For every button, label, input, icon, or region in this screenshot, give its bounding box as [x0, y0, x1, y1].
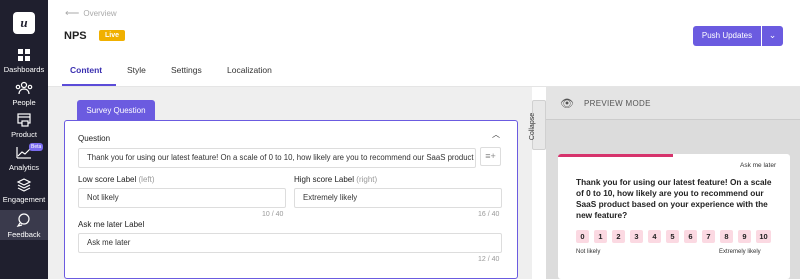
sidebar-item-product[interactable]: Product [0, 113, 48, 143]
chevron-up-icon[interactable]: ︿ [492, 129, 500, 140]
beta-badge: Beta [29, 143, 44, 151]
score-button[interactable]: 9 [738, 230, 751, 243]
tab-bar: Content Style Settings Localization [48, 56, 800, 87]
ask-later-label: Ask me later Label [78, 220, 145, 229]
preview-ask-later-link[interactable]: Ask me later [740, 162, 776, 169]
eye-icon: 👁 [560, 98, 574, 110]
survey-question-tab[interactable]: Survey Question [77, 100, 155, 121]
high-score-hint: (right) [356, 175, 378, 184]
preview-high-label: Extremely likely [719, 249, 761, 255]
tab-content[interactable]: Content [70, 65, 102, 75]
collapse-button[interactable]: Collapse [529, 100, 546, 150]
sidebar-item-dashboards[interactable]: Dashboards [0, 48, 48, 78]
preview-question-line: new feature? [576, 210, 628, 220]
preview-panel: 👁 PREVIEW MODE Ask me later Thank you fo… [546, 87, 800, 279]
chevron-down-icon: ⌄ [768, 30, 777, 40]
push-options-dropdown[interactable]: ⌄ [762, 26, 783, 46]
layers-icon [16, 178, 32, 192]
sidebar-item-analytics[interactable]: Beta Analytics [0, 143, 48, 176]
add-variable-icon[interactable]: ≡+ [480, 147, 501, 166]
sidebar-item-feedback[interactable]: Feedback [0, 210, 48, 240]
score-button[interactable]: 0 [576, 230, 589, 243]
preview-question-line: Thank you for using our latest feature! … [576, 177, 772, 187]
score-button[interactable]: 5 [666, 230, 679, 243]
low-score-label: Low score Label (left) [78, 175, 155, 184]
score-scale: 0 1 2 3 4 5 6 7 8 9 10 [576, 230, 776, 243]
breadcrumb-label: Overview [83, 9, 117, 18]
score-button[interactable]: 2 [612, 230, 625, 243]
active-tab-indicator [62, 84, 116, 86]
score-button[interactable]: 4 [648, 230, 661, 243]
score-button[interactable]: 7 [702, 230, 715, 243]
preview-question-line: of 0 to 10, how likely are you to recomm… [576, 188, 764, 198]
low-score-char-count: 10 / 40 [262, 211, 284, 218]
app-logo[interactable]: u [13, 12, 35, 34]
low-score-input[interactable]: Not likely [78, 188, 286, 208]
low-score-hint: (left) [138, 175, 155, 184]
preview-question-line: SaaS product based on your experience wi… [576, 199, 768, 209]
main-area: ⟵ Overview NPS Live Push Updates ⌄ Conten… [48, 0, 800, 279]
collapse-label: Collapse [529, 112, 537, 141]
high-score-char-count: 16 / 40 [478, 211, 500, 218]
low-score-label-text: Low score Label [78, 175, 137, 184]
editor-panel: Survey Question Question ︿ Thank you for… [48, 87, 532, 279]
breadcrumb[interactable]: ⟵ Overview [65, 8, 117, 19]
score-button[interactable]: 3 [630, 230, 643, 243]
grid-icon [18, 49, 30, 61]
ask-later-input[interactable]: Ask me later [78, 233, 502, 253]
question-card: Question ︿ Thank you for using our lates… [64, 120, 518, 279]
question-input[interactable]: Thank you for using our latest feature! … [78, 148, 476, 168]
sidebar-item-label: Analytics [8, 163, 39, 172]
arrow-left-icon: ⟵ [65, 8, 80, 19]
score-button[interactable]: 10 [756, 230, 771, 243]
chat-icon [16, 213, 30, 227]
score-button[interactable]: 8 [720, 230, 733, 243]
sidebar-item-label: Product [11, 130, 37, 139]
status-badge: Live [99, 30, 126, 41]
sidebar: u Dashboards People Product Beta Analyti… [0, 0, 48, 279]
people-icon [15, 81, 33, 95]
sidebar-item-label: People [12, 98, 36, 107]
sidebar-item-label: Engagement [2, 195, 46, 204]
preview-question: Thank you for using our latest feature! … [576, 177, 781, 221]
sidebar-item-engagement[interactable]: Engagement [0, 178, 48, 208]
push-updates-button[interactable]: Push Updates [693, 26, 761, 46]
ask-later-char-count: 12 / 40 [478, 256, 500, 263]
score-button[interactable]: 6 [684, 230, 697, 243]
nps-preview-card: Ask me later Thank you for using our lat… [558, 154, 790, 279]
tab-style[interactable]: Style [127, 65, 146, 75]
high-score-input[interactable]: Extremely likely [294, 188, 502, 208]
tab-settings[interactable]: Settings [171, 65, 202, 75]
progress-bar [558, 154, 673, 157]
sidebar-item-label: Feedback [7, 230, 41, 239]
preview-low-label: Not likely [576, 249, 601, 255]
tab-localization[interactable]: Localization [227, 65, 272, 75]
product-icon [17, 113, 31, 127]
preview-mode-label: PREVIEW MODE [584, 99, 651, 108]
preview-header: 👁 PREVIEW MODE [546, 87, 800, 120]
high-score-label-text: High score Label [294, 175, 355, 184]
page-title: NPS [64, 30, 87, 42]
high-score-label: High score Label (right) [294, 175, 377, 184]
score-button[interactable]: 1 [594, 230, 607, 243]
sidebar-item-people[interactable]: People [0, 81, 48, 111]
sidebar-item-label: Dashboards [3, 65, 45, 74]
question-label: Question [78, 134, 111, 143]
